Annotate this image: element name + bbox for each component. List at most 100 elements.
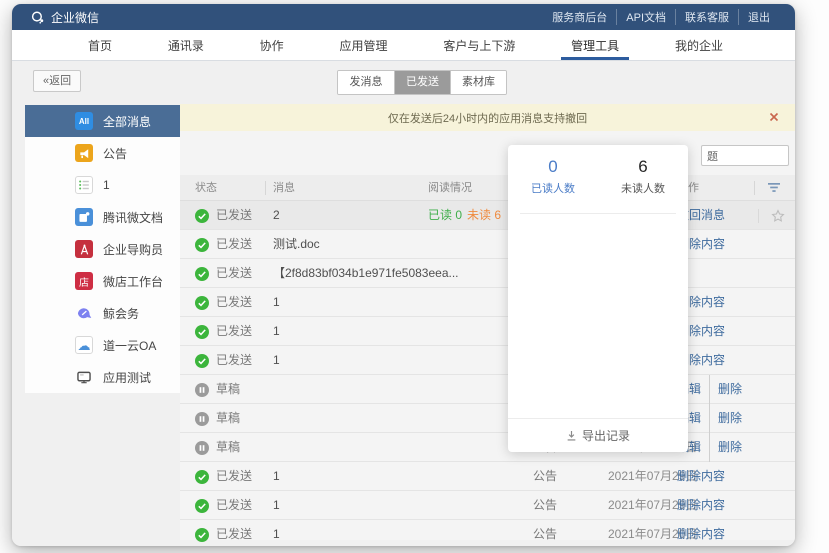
top-link-provider[interactable]: 服务商后台	[543, 9, 616, 25]
table-row[interactable]: 已发送 1 删除内容	[180, 346, 795, 375]
table-header: 状态 消息 阅读情况 操作	[180, 175, 795, 201]
table-row[interactable]: 已发送 1 公告 2021年07月20日 删除内容	[180, 520, 795, 546]
tab-sent[interactable]: 已发送	[394, 71, 450, 94]
read-status-popup: 0 已读人数 6 未读人数 导出记录	[508, 145, 688, 452]
status-cell: 已发送	[195, 462, 252, 491]
app-window: 企业微信 服务商后台 API文档 联系客服 退出 首页 通讯录 协作 应用管理 …	[12, 4, 795, 546]
main-nav: 首页 通讯录 协作 应用管理 客户与上下游 管理工具 我的企业	[12, 30, 795, 61]
row-action-link[interactable]: 删除内容	[677, 462, 725, 491]
popup-stats: 0 已读人数 6 未读人数	[508, 145, 688, 196]
message-tabs: 发消息 已发送 素材库	[337, 70, 507, 95]
sidebar-item-shopping-guide[interactable]: 企业导购员	[25, 233, 180, 265]
sidebar-item-label: 公告	[103, 145, 127, 162]
message-cell: 1	[273, 317, 280, 346]
table-row[interactable]: 已发送 2 已读 0未读 6 撤回消息	[180, 201, 795, 230]
nav-item-customers[interactable]: 客户与上下游	[439, 30, 519, 60]
row-action-link[interactable]: 删除	[709, 375, 742, 404]
logo-text: 企业微信	[51, 9, 99, 26]
sent-check-icon	[195, 499, 209, 513]
nav-item-apps[interactable]: 应用管理	[335, 30, 391, 60]
status-cell: 已发送	[195, 317, 252, 346]
header-status: 状态	[195, 175, 217, 201]
export-records-button[interactable]: 导出记录	[508, 418, 688, 452]
sidebar-item-tencent-docs[interactable]: 腾讯微文档	[25, 201, 180, 233]
status-text: 已发送	[216, 230, 252, 259]
table-body: 已发送 2 已读 0未读 6 撤回消息 已发送 测试.doc 删除内容 已发送 …	[180, 201, 795, 546]
nav-item-contacts[interactable]: 通讯录	[164, 30, 208, 60]
nav-item-my-company[interactable]: 我的企业	[671, 30, 727, 60]
header-message: 消息	[273, 175, 295, 201]
read-count-label: 已读人数	[508, 180, 598, 196]
status-text: 草稿	[216, 375, 240, 404]
status-text: 已发送	[216, 259, 252, 288]
table-row[interactable]: 已发送 1 公告 2021年07月29日 删除内容	[180, 462, 795, 491]
action-cell: 编辑删除	[677, 404, 789, 433]
top-link-api-docs[interactable]: API文档	[616, 9, 675, 25]
filter-icon[interactable]	[767, 182, 781, 194]
sent-check-icon	[195, 354, 209, 368]
table-row[interactable]: 已发送 测试.doc 删除内容	[180, 230, 795, 259]
unread-count: 6	[598, 157, 688, 177]
tab-material-library[interactable]: 素材库	[450, 71, 506, 94]
status-cell: 已发送	[195, 230, 252, 259]
top-link-support[interactable]: 联系客服	[675, 9, 738, 25]
sent-check-icon	[195, 296, 209, 310]
sent-check-icon	[195, 528, 209, 542]
read-status-cell[interactable]: 已读 0未读 6	[428, 201, 501, 230]
sent-check-icon	[195, 325, 209, 339]
type-cell: 公告	[533, 462, 557, 491]
status-text: 已发送	[216, 201, 252, 230]
cloud-icon: ☁	[75, 336, 93, 354]
table-row[interactable]: 已发送 1 删除内容	[180, 317, 795, 346]
nav-item-home[interactable]: 首页	[84, 30, 116, 60]
table-row[interactable]: 草稿 编辑删除	[180, 375, 795, 404]
nav-item-collaboration[interactable]: 协作	[256, 30, 288, 60]
star-icon[interactable]	[758, 209, 785, 223]
header-divider	[754, 181, 755, 195]
table-row[interactable]: 草稿 公告 2021年07月29日 编辑删除	[180, 433, 795, 462]
top-links: 服务商后台 API文档 联系客服 退出	[543, 9, 779, 25]
action-cell: 删除内容	[677, 317, 789, 346]
action-cell: 编辑删除	[677, 375, 789, 404]
table-row[interactable]: 已发送 1 删除内容	[180, 288, 795, 317]
popup-divider	[520, 213, 676, 214]
sidebar-item-app-test[interactable]: 应用测试	[25, 361, 180, 393]
row-action-link[interactable]: 删除内容	[677, 520, 725, 546]
table-row[interactable]: 草稿 编辑删除	[180, 404, 795, 433]
row-action-link[interactable]: 删除	[709, 433, 742, 462]
unread-count-label: 未读人数	[598, 180, 688, 196]
read-count: 0	[508, 157, 598, 177]
tab-send-message[interactable]: 发消息	[338, 71, 394, 94]
row-action-link[interactable]: 删除	[709, 404, 742, 433]
unread-count-tab[interactable]: 6 未读人数	[598, 157, 688, 196]
sidebar-item-weidian-workbench[interactable]: 店 微店工作台	[25, 265, 180, 297]
row-action-link[interactable]: 删除内容	[677, 491, 725, 520]
sidebar-item-announcement[interactable]: 公告	[25, 137, 180, 169]
back-button[interactable]: «返回	[33, 70, 81, 92]
top-link-logout[interactable]: 退出	[738, 9, 779, 25]
nav-item-admin-tools[interactable]: 管理工具	[567, 30, 623, 60]
sidebar-item-daoyiyun-oa[interactable]: ☁ 道一云OA	[25, 329, 180, 361]
sidebar-item-1[interactable]: 1	[25, 169, 180, 201]
message-cell: 1	[273, 288, 280, 317]
action-cell: 删除内容	[677, 288, 789, 317]
sidebar-item-whale-events[interactable]: 鲸会务	[25, 297, 180, 329]
message-cell: 【2f8d83bf034b1e971fe5083eea...	[273, 259, 459, 288]
sidebar-item-label: 鲸会务	[103, 305, 139, 322]
status-text: 草稿	[216, 404, 240, 433]
doc-icon	[75, 208, 93, 226]
notice-bar: 仅在发送后24小时内的应用消息支持撤回	[180, 104, 795, 131]
read-count-tab[interactable]: 0 已读人数	[508, 157, 598, 196]
status-cell: 草稿	[195, 433, 240, 462]
notice-text: 仅在发送后24小时内的应用消息支持撤回	[388, 110, 587, 126]
close-icon[interactable]	[767, 110, 781, 124]
download-icon	[566, 430, 577, 442]
search-input[interactable]	[701, 145, 789, 166]
table-row[interactable]: 已发送 【2f8d83bf034b1e971fe5083eea...	[180, 259, 795, 288]
sidebar-item-all-messages[interactable]: All 全部消息	[25, 105, 180, 137]
status-cell: 草稿	[195, 375, 240, 404]
sidebar-item-label: 道一云OA	[103, 337, 156, 354]
action-cell: 删除内容	[677, 491, 789, 520]
table-row[interactable]: 已发送 1 公告 2021年07月29日 删除内容	[180, 491, 795, 520]
status-cell: 已发送	[195, 520, 252, 546]
